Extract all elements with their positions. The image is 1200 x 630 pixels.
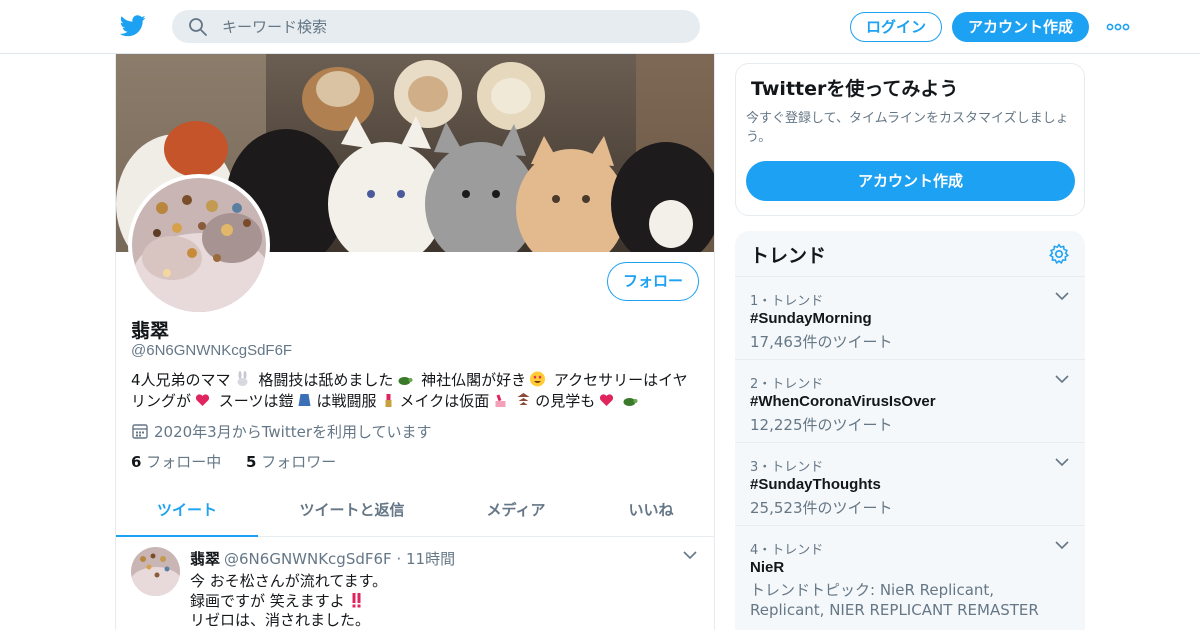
sparkling-heart-icon: [195, 394, 210, 406]
trend-topics: トレンドトピック: NieR Replicant, Replicant, NIE…: [750, 581, 1039, 619]
joined-date: 2020年3月からTwitterを利用しています: [131, 421, 432, 442]
followers-label: フォロワー: [261, 453, 337, 471]
trend-meta: 2・トレンド: [750, 377, 824, 392]
bio-text: は戦闘服: [316, 392, 377, 410]
turtle-icon: [398, 377, 413, 385]
trend-count: 17,463件のツイート: [750, 333, 893, 351]
tweet-item[interactable]: 翡翠 @6N6GNWNKcgSdF6F · 11時間 今 おそ松さんが流れてます。…: [116, 538, 714, 630]
chevron-down-icon[interactable]: [683, 550, 697, 560]
signup-button[interactable]: アカウント作成: [952, 12, 1089, 42]
tweet-line: 今 おそ松さんが流れてます。: [190, 572, 388, 590]
rabbit-icon: [237, 371, 248, 386]
tweet-text: 今 おそ松さんが流れてます。 録画ですが 笑えますよ リゼロは、消されました。: [190, 572, 387, 630]
tab-tweets-and-replies[interactable]: ツイートと返信: [282, 484, 422, 537]
tweet-time[interactable]: · 11時間: [396, 550, 455, 568]
bio-text: メイクは仮面: [399, 392, 490, 410]
tab-tweets[interactable]: ツイート: [116, 484, 258, 537]
chevron-down-icon[interactable]: [1055, 540, 1069, 550]
double-exclamation-icon: [352, 592, 361, 607]
trends-title: トレンド: [750, 245, 827, 267]
bio-text: 4人兄弟のママ: [131, 371, 231, 389]
pagoda-icon: [517, 393, 530, 405]
signup-card-text: 今すぐ登録して、タイムラインをカスタマイズしましょう。: [746, 111, 1069, 145]
signup-card-title: Twitterを使ってみよう: [751, 78, 959, 100]
following-label: フォロー中: [146, 453, 222, 471]
tweet-avatar[interactable]: [131, 547, 180, 596]
search-icon: [189, 18, 207, 36]
search-input[interactable]: [222, 10, 682, 43]
tweet-line: リゼロは、消されました。: [190, 611, 371, 629]
profile-name: 翡翠: [131, 320, 170, 342]
more-icon[interactable]: [1106, 21, 1130, 33]
tab-likes[interactable]: いいね: [586, 484, 714, 537]
profile-bio: 4人兄弟のママ 格闘技は舐めました 神社仏閣が好き アクセサリーはイヤリングが …: [131, 370, 701, 412]
trend-item[interactable]: 3・トレンド #SundayThoughts 25,523件のツイート: [735, 442, 1085, 525]
tweet-header: 翡翠 @6N6GNWNKcgSdF6F · 11時間: [190, 548, 455, 569]
bio-text: の見学も: [535, 392, 596, 410]
tweet-line: 録画ですが 笑えますよ: [190, 592, 387, 612]
bio-text: 格闘技は舐めました: [253, 371, 394, 389]
signup-card-button[interactable]: アカウント作成: [746, 161, 1075, 201]
followers-stat[interactable]: 5 フォロワー: [246, 453, 336, 471]
profile-column: フォロー 翡翠 @6N6GNWNKcgSdF6F 4人兄弟のママ 格闘技は舐めま…: [115, 54, 715, 630]
trend-item[interactable]: 1・トレンド #SundayMorning 17,463件のツイート: [735, 276, 1085, 359]
trend-item[interactable]: 4・トレンド NieR トレンドトピック: NieR Replicant, Re…: [735, 525, 1085, 630]
trend-item[interactable]: 2・トレンド #WhenCoronaVirusIsOver 12,225件のツイ…: [735, 359, 1085, 442]
trend-name: #WhenCoronaVirusIsOver: [750, 393, 936, 410]
heart-icon: [600, 394, 614, 406]
following-count: 6: [131, 453, 142, 471]
trend-meta: 3・トレンド: [750, 460, 824, 475]
nail-polish-icon: [495, 394, 506, 407]
profile-tabs: ツイート ツイートと返信 メディア いいね: [116, 484, 714, 537]
profile-stats: 6 フォロー中 5 フォロワー: [131, 451, 356, 472]
tweet-author-handle[interactable]: @6N6GNWNKcgSdF6F: [224, 550, 392, 568]
chevron-down-icon[interactable]: [1055, 374, 1069, 384]
kimono-icon: [298, 394, 311, 406]
trend-name: NieR: [750, 559, 785, 576]
top-bar: ログイン アカウント作成: [0, 0, 1200, 54]
follow-button[interactable]: フォロー: [607, 262, 699, 301]
profile-handle: @6N6GNWNKcgSdF6F: [131, 342, 293, 359]
trend-name: #SundayMorning: [750, 310, 872, 327]
bio-text: 神社仏閣が好き: [416, 371, 527, 389]
signup-card: Twitterを使ってみよう 今すぐ登録して、タイムラインをカスタマイズしましょ…: [735, 63, 1085, 216]
trend-meta: 4・トレンド: [750, 543, 824, 558]
trend-meta: 1・トレンド: [750, 294, 824, 309]
followers-count: 5: [246, 453, 257, 471]
gear-icon[interactable]: [1048, 243, 1070, 265]
trend-count: 25,523件のツイート: [750, 499, 893, 517]
login-button[interactable]: ログイン: [850, 12, 942, 42]
profile-avatar[interactable]: [128, 174, 270, 316]
calendar-icon: [132, 424, 148, 439]
following-stat[interactable]: 6 フォロー中: [131, 453, 221, 471]
turtle-icon: [623, 398, 638, 406]
heart-eyes-icon: [530, 371, 546, 387]
trend-name: #SundayThoughts: [750, 476, 881, 493]
chevron-down-icon[interactable]: [1055, 291, 1069, 301]
tab-media[interactable]: メディア: [446, 484, 586, 537]
lipstick-icon: [385, 394, 391, 407]
search-box: [172, 10, 700, 43]
trend-count: 12,225件のツイート: [750, 416, 893, 434]
joined-text: 2020年3月からTwitterを利用しています: [154, 423, 432, 441]
twitter-bird-icon[interactable]: [120, 14, 146, 38]
bio-text: スーツは鎧: [214, 392, 294, 410]
tweet-author-name[interactable]: 翡翠: [190, 550, 220, 568]
trends-panel: トレンド 1・トレンド #SundayMorning 17,463件のツイート …: [735, 231, 1085, 630]
chevron-down-icon[interactable]: [1055, 457, 1069, 467]
